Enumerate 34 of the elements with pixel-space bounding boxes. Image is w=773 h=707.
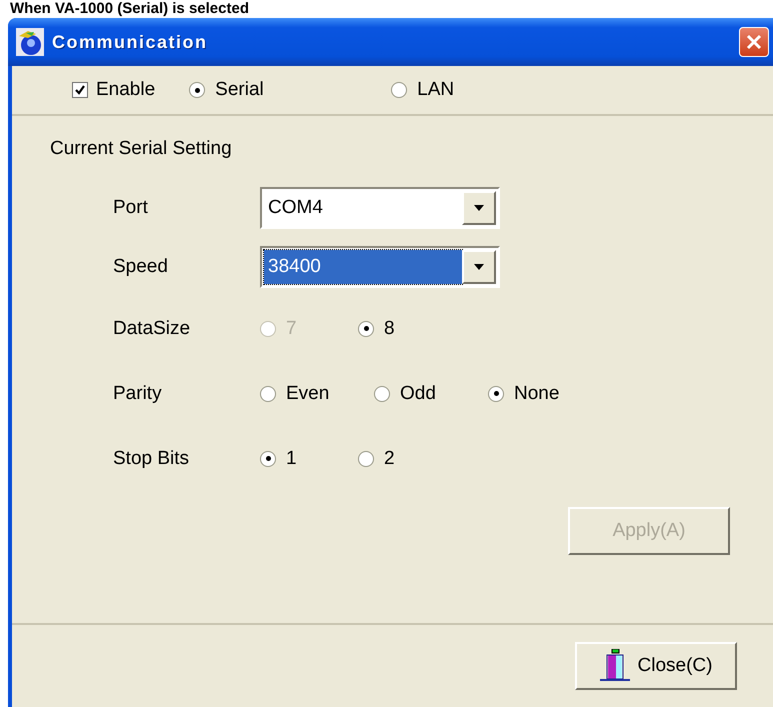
checkbox[interactable] [72,82,88,98]
dropdown-field[interactable]: 38400 [260,246,500,288]
radio-button[interactable] [358,450,374,466]
radio-label: 7 [286,318,297,340]
radio-label: Serial [215,79,264,101]
radio-button[interactable] [260,386,276,402]
field-label: Stop Bits [113,448,190,470]
close-button[interactable]: Close(C) [575,642,737,690]
field-label: DataSize [113,318,192,340]
radio-label: Odd [400,382,436,404]
group-title: Current Serial Setting [50,138,233,160]
door-icon [600,649,630,683]
caption: When VA-1000 (Serial) is selected [10,0,250,18]
radio-button[interactable] [391,82,408,98]
radio-label: 8 [384,318,395,340]
radio-button[interactable] [488,386,504,402]
field-label: Parity [113,382,163,404]
close-icon[interactable] [739,27,769,57]
radio-button[interactable] [358,320,374,336]
radio-button[interactable] [374,386,390,402]
radio-label: Even [286,382,330,404]
radio-label: 1 [286,448,297,470]
dropdown-field[interactable]: COM4 [260,187,500,229]
radio-label: 2 [384,448,395,470]
radio-label: LAN [417,79,454,101]
dropdown-value: 38400 [264,250,462,284]
field-label: Port [113,197,149,219]
radio-label: None [514,382,560,404]
checkbox-label: Enable [96,79,156,101]
app-icon [16,28,44,56]
field-label: Speed [113,256,169,278]
radio-button[interactable] [260,450,276,466]
window-title: Communication [52,32,209,52]
radio-button[interactable] [189,82,206,98]
